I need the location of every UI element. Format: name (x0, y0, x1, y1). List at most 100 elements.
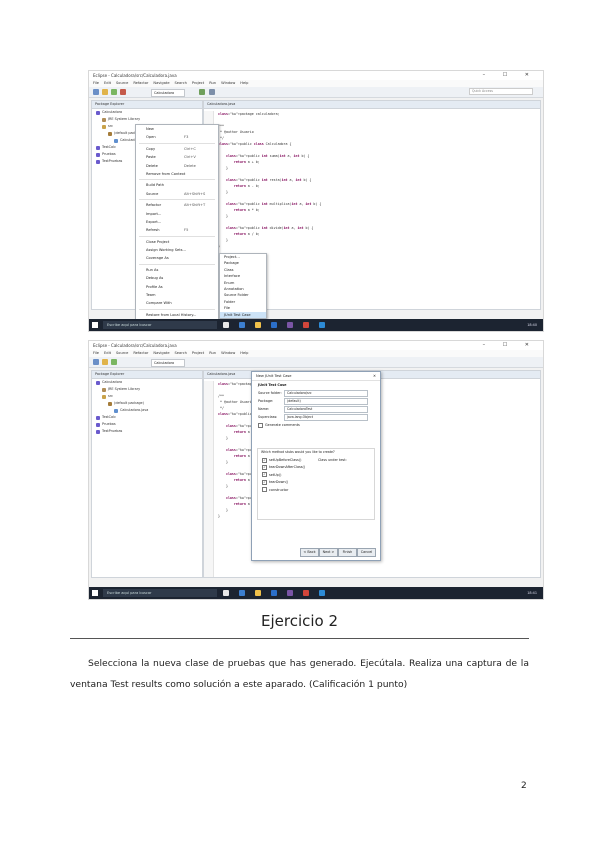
menu-item[interactable]: Refactor (133, 351, 148, 355)
folder-icon[interactable] (255, 322, 261, 328)
context-menu-item[interactable]: Assign Working Sets... (136, 246, 218, 254)
context-menu-item[interactable]: Build Path (136, 181, 218, 189)
stub-option[interactable]: ✓ setUpBeforeClass() (262, 457, 305, 464)
menu-item[interactable]: Navigate (153, 351, 169, 355)
windows-start-icon[interactable] (92, 322, 98, 328)
context-menu-item[interactable]: Run As (136, 266, 218, 274)
dialog-field-input[interactable]: (default) (284, 398, 368, 405)
context-menu-item[interactable]: Export... (136, 218, 218, 226)
menu-item[interactable]: Help (240, 351, 248, 355)
search-icon[interactable] (209, 89, 215, 95)
editor-tab[interactable]: Calculadora.java (204, 101, 540, 109)
dialog-field-input[interactable]: Calculadora/src (284, 390, 368, 397)
windows-start-icon[interactable] (92, 590, 98, 596)
stub-option[interactable]: ✓ tearDown() (262, 479, 305, 486)
eclipse-icon[interactable] (287, 590, 293, 596)
cortana-icon[interactable] (223, 590, 229, 596)
menu-item[interactable]: Navigate (153, 81, 169, 85)
run-combo[interactable]: Calculadora (151, 359, 185, 367)
finish-button[interactable]: Finish (338, 548, 357, 557)
context-menu-item[interactable]: Copy Ctrl+C (136, 145, 218, 153)
window-controls[interactable]: – ☐ ✕ (483, 341, 537, 350)
menu-item[interactable]: Source (116, 81, 128, 85)
tree-item[interactable]: JRE System Library (96, 386, 202, 393)
close-icon[interactable]: ✕ (373, 372, 376, 380)
context-menu-item[interactable]: Profile As (136, 283, 218, 291)
debug-icon[interactable] (120, 89, 126, 95)
cancel-button[interactable]: Cancel (357, 548, 376, 557)
run-icon[interactable] (111, 89, 117, 95)
cortana-icon[interactable] (223, 322, 229, 328)
context-menu-item[interactable]: Team (136, 291, 218, 299)
context-menu-item[interactable]: Paste Ctrl+V (136, 153, 218, 161)
save-icon[interactable] (102, 89, 108, 95)
menu-item[interactable]: Run (209, 81, 216, 85)
checkbox[interactable]: ✓ (262, 464, 267, 470)
new-icon[interactable] (93, 359, 99, 365)
menu-item[interactable]: Window (221, 351, 235, 355)
tree-item[interactable]: Calculadora (96, 379, 202, 386)
tree-item[interactable]: Pruebas (96, 421, 202, 428)
edge-icon[interactable] (239, 322, 245, 328)
checkbox[interactable]: ✓ (262, 457, 267, 463)
dialog-field-input[interactable]: java.lang.Object (284, 414, 368, 421)
back-button[interactable]: < Back (300, 548, 319, 557)
tree-item[interactable]: TestCalc (96, 414, 202, 421)
context-menu-item[interactable]: Remove from Context (136, 170, 218, 178)
context-menu-item[interactable]: Restore from Local History... (136, 311, 218, 319)
package-explorer-tab[interactable]: Package Explorer (92, 371, 202, 379)
menu-item[interactable]: Edit (104, 81, 111, 85)
context-menu-item[interactable]: Refresh F5 (136, 226, 218, 234)
tree-item[interactable]: src (96, 393, 202, 400)
menu-item[interactable]: Edit (104, 351, 111, 355)
new-icon[interactable] (93, 89, 99, 95)
run-icon[interactable] (111, 359, 117, 365)
quick-access-input[interactable]: Quick Access (469, 88, 533, 95)
menu-item[interactable]: Source (116, 351, 128, 355)
edge-icon[interactable] (239, 590, 245, 596)
context-menu-item[interactable]: Close Project (136, 238, 218, 246)
folder-icon[interactable] (255, 590, 261, 596)
eclipse-icon[interactable] (287, 322, 293, 328)
context-menu-item[interactable]: Coverage As (136, 254, 218, 262)
context-menu-item[interactable]: Refactor Alt+Shift+T (136, 201, 218, 209)
context-menu-item[interactable]: Delete Delete (136, 162, 218, 170)
menu-item[interactable]: Search (175, 351, 187, 355)
menu-item[interactable]: File (93, 351, 99, 355)
stub-option[interactable]: constructor (262, 487, 305, 494)
store-icon[interactable] (319, 322, 325, 328)
save-icon[interactable] (102, 359, 108, 365)
store-icon[interactable] (319, 590, 325, 596)
menu-item[interactable]: Window (221, 81, 235, 85)
run-combo[interactable]: Calculadora (151, 89, 185, 97)
taskbar-search-box[interactable]: Escribe aquí para buscar (103, 589, 217, 597)
window-controls[interactable]: – ☐ ✕ (483, 71, 537, 80)
stub-option[interactable]: ✓ tearDownAfterClass() (262, 464, 305, 471)
play-icon[interactable] (199, 89, 205, 95)
context-menu-item[interactable]: Debug As (136, 274, 218, 282)
menu-item[interactable]: Project (192, 81, 204, 85)
menu-item[interactable]: Search (175, 81, 187, 85)
tree-item[interactable]: JRE System Library (96, 116, 202, 123)
context-menu-item[interactable]: New (136, 125, 218, 133)
next-button[interactable]: Next > (319, 548, 338, 557)
generate-comments-row[interactable]: Generate comments (252, 421, 380, 429)
checkbox[interactable] (262, 487, 267, 493)
word-icon[interactable] (271, 590, 277, 596)
tree-item[interactable]: TestPruebas (96, 428, 202, 435)
app-icon[interactable] (303, 322, 309, 328)
app-icon[interactable] (303, 590, 309, 596)
dialog-field-input[interactable]: CalculadoraTest (284, 406, 368, 413)
taskbar-search-box[interactable]: Escribe aquí para buscar (103, 321, 217, 329)
checkbox[interactable]: ✓ (262, 479, 267, 485)
stub-option[interactable]: ✓ setUp() (262, 472, 305, 479)
menu-item[interactable]: Help (240, 81, 248, 85)
context-menu-item[interactable]: Import... (136, 210, 218, 218)
checkbox[interactable]: ✓ (262, 472, 267, 478)
package-explorer-tab[interactable]: Package Explorer (92, 101, 202, 109)
checkbox[interactable] (258, 422, 263, 428)
tree-item[interactable]: (default package) (96, 400, 202, 407)
tree-item[interactable]: Calculadora.java (96, 407, 202, 414)
submenu-item[interactable]: JUnit Test Case (220, 311, 266, 318)
menu-item[interactable]: File (93, 81, 99, 85)
